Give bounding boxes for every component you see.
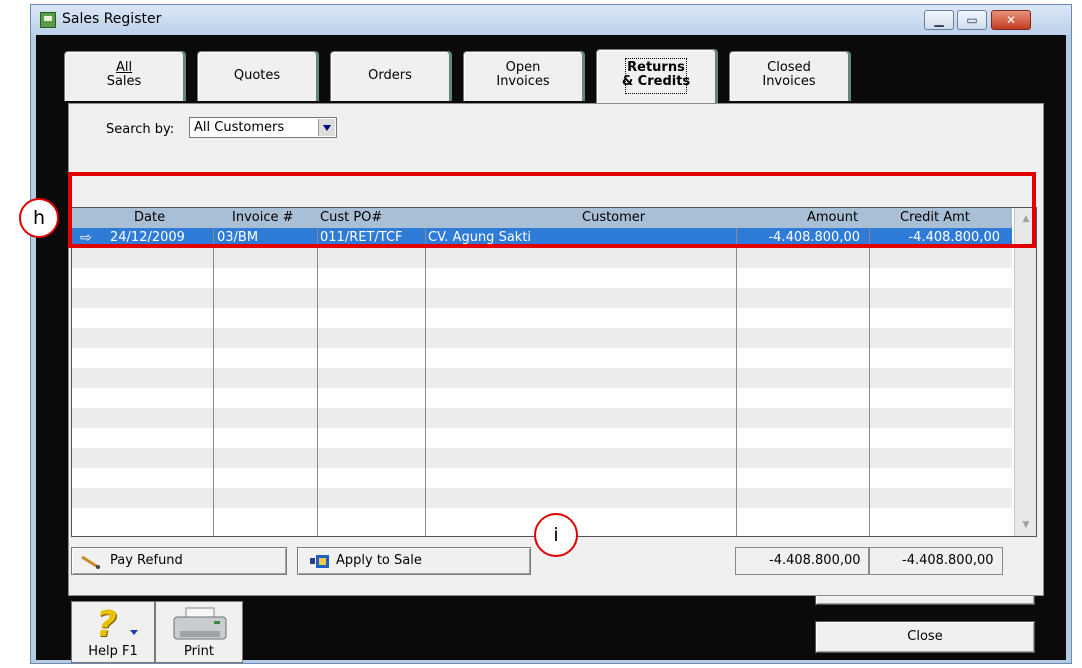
search-by-value: All Customers [194,120,285,135]
column-divider [869,228,870,536]
close-button[interactable]: Close [815,621,1035,653]
tab-closed-invoices[interactable]: Closed Invoices [729,51,849,101]
column-divider [317,228,318,536]
window-title: Sales Register [62,11,162,27]
printer-icon [173,607,227,640]
search-by-label: Search by: [106,122,175,137]
total-amount: -4.408.800,00 [769,553,861,568]
pay-refund-label: Pay Refund [110,553,183,568]
tab-quotes[interactable]: Quotes [197,51,317,101]
column-divider [736,228,737,536]
close-icon: ✕ [1005,13,1017,27]
tab-open-invoices[interactable]: Open Invoices [463,51,583,101]
close-window-button[interactable]: ✕ [991,10,1031,30]
annotation-h-highlight [68,172,1036,248]
print-button[interactable]: Print [155,601,243,663]
help-label: Help F1 [88,644,138,659]
search-by-select[interactable]: All Customers [189,117,337,138]
title-bar[interactable]: Sales Register ▁ ▭ ✕ [31,5,1071,35]
column-divider [425,228,426,536]
help-button[interactable]: ? Help F1 [71,601,155,663]
apply-to-sale-button[interactable]: Apply to Sale [297,547,531,575]
tab-orders-label: Orders [368,68,412,83]
minimize-button[interactable]: ▁ [924,10,954,30]
scroll-down-icon[interactable]: ▼ [1015,516,1036,534]
transactions-grid: Date Invoice # Cust PO# Customer Amount … [71,207,1037,537]
tab-all-sales-label-2: Sales [106,74,142,89]
sales-register-window: Sales Register ▁ ▭ ✕ All Sales Quotes Or… [30,4,1072,664]
register-body: All Sales Quotes Orders Open Invoices Re… [36,35,1066,663]
tab-open-invoices-label-2: Invoices [496,74,550,89]
tab-open-invoices-label-1: Open [505,60,541,75]
annotation-h-marker: h [19,198,59,238]
tab-closed-invoices-label-2: Invoices [762,74,816,89]
print-label: Print [184,644,214,659]
tab-returns-credits-label-2: & Credits [621,74,691,89]
pay-refund-icon [81,555,100,569]
tab-quotes-label: Quotes [233,68,281,83]
tab-all-sales[interactable]: All Sales [64,51,184,101]
pay-refund-button[interactable]: Pay Refund [71,547,287,575]
apply-to-sale-icon [310,555,329,568]
total-credit-amt: -4.408.800,00 [902,553,994,568]
maximize-icon: ▭ [966,13,978,27]
maximize-button[interactable]: ▭ [957,10,987,30]
tab-returns-credits-label-1: Returns [627,60,685,75]
help-icon: ? [96,604,117,645]
tab-orders[interactable]: Orders [330,51,450,101]
dropdown-arrow-icon[interactable] [318,119,335,136]
vertical-scrollbar[interactable]: ▲ ▼ [1014,208,1036,536]
tab-all-sales-label-1: All [115,60,133,75]
help-dropdown-icon[interactable] [130,630,138,635]
minimize-icon: ▁ [934,13,944,27]
app-icon [40,12,56,28]
tab-returns-credits[interactable]: Returns & Credits [596,49,716,103]
column-divider [213,228,214,536]
annotation-i-marker: i [534,513,578,557]
tab-closed-invoices-label-1: Closed [767,60,811,75]
apply-to-sale-label: Apply to Sale [336,553,422,568]
